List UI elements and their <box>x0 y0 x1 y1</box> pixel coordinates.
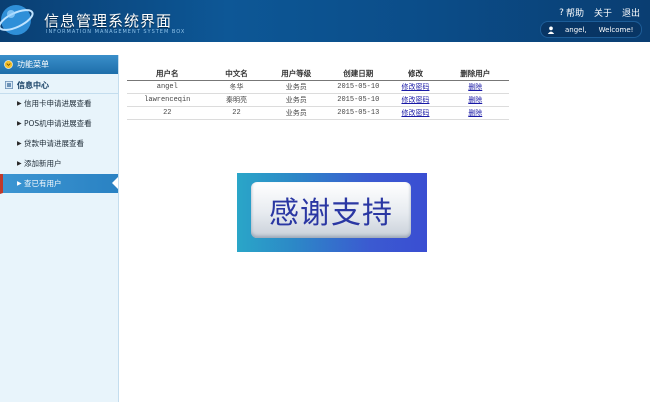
arrow-right-icon: ▶ <box>17 120 22 127</box>
delete-user-link[interactable]: 删除 <box>441 106 509 120</box>
top-links: ? 帮助 关于 退出 <box>559 6 640 20</box>
menu-circle-icon <box>4 60 13 69</box>
cell-username: 22 <box>127 106 208 120</box>
cell-level: 业务员 <box>265 106 328 120</box>
sidebar-item-label: 贷款申请进展查看 <box>24 139 84 148</box>
change-password-link[interactable]: 修改密码 <box>389 93 442 107</box>
logout-link[interactable]: 退出 <box>622 6 640 19</box>
cell-created: 2015-05-13 <box>327 106 390 120</box>
sidebar-item-pos[interactable]: ▶ POS机申请进展查看 <box>0 114 118 134</box>
cell-chinese-name: 22 <box>207 106 266 120</box>
cell-chinese-name: 秦明亮 <box>207 93 266 107</box>
sidebar-item-label: 添加新用户 <box>24 159 62 168</box>
section-label: 信息中心 <box>17 80 49 90</box>
app-subtitle: INFORMATION MANAGEMENT SYSTEM BOX <box>46 29 186 35</box>
globe-logo-icon <box>0 5 34 35</box>
sidebar-title: 功能菜单 <box>17 60 49 69</box>
user-icon <box>547 26 555 34</box>
arrow-right-icon: ▶ <box>17 100 22 107</box>
col-delete: 删除用户 <box>441 66 509 81</box>
section-info-center[interactable]: 信息中心 <box>0 77 118 94</box>
table-header-row: 用户名 中文名 用户等级 创建日期 修改 删除用户 <box>127 66 509 81</box>
change-password-link[interactable]: 修改密码 <box>389 80 442 94</box>
arrow-right-icon: ▶ <box>17 180 22 187</box>
sidebar-item-add-user[interactable]: ▶ 添加新用户 <box>0 154 118 174</box>
sidebar-item-view-users[interactable]: ▶ 查已有用户 <box>0 174 118 194</box>
help-icon: ? <box>559 7 564 18</box>
sidebar-item-credit-card[interactable]: ▶ 信用卡申请进展查看 <box>0 94 118 114</box>
username-text: angel, <box>565 25 587 34</box>
change-password-link[interactable]: 修改密码 <box>389 106 442 120</box>
cell-username: lawrenceqin <box>127 93 208 107</box>
sidebar-header: 功能菜单 <box>0 55 118 74</box>
cell-username: angel <box>127 80 208 94</box>
user-table: 用户名 中文名 用户等级 创建日期 修改 删除用户 angel 冬华 业务员 2… <box>127 66 509 120</box>
col-created: 创建日期 <box>327 66 390 81</box>
help-link[interactable]: ? 帮助 <box>559 6 584 20</box>
app-title: 信息管理系统界面 <box>44 12 173 30</box>
arrow-right-icon: ▶ <box>17 160 22 167</box>
arrow-right-icon: ▶ <box>17 140 22 147</box>
table-row: 22 22 业务员 2015-05-13 修改密码 删除 <box>127 106 509 120</box>
sidebar-item-label: 信用卡申请进展查看 <box>24 99 92 108</box>
top-header: 信息管理系统界面 INFORMATION MANAGEMENT SYSTEM B… <box>0 0 650 42</box>
cell-created: 2015-05-10 <box>327 80 390 94</box>
folder-icon <box>5 81 13 89</box>
delete-user-link[interactable]: 删除 <box>441 93 509 107</box>
thanks-banner: 感谢支持 <box>237 173 427 252</box>
sidebar: 功能菜单 信息中心 ▶ 信用卡申请进展查看 ▶ POS机申请进展查看 ▶ 贷款申… <box>0 55 119 402</box>
table-row: angel 冬华 业务员 2015-05-10 修改密码 删除 <box>127 80 509 94</box>
col-username: 用户名 <box>127 66 208 81</box>
col-modify: 修改 <box>389 66 442 81</box>
table-row: lawrenceqin 秦明亮 业务员 2015-05-10 修改密码 删除 <box>127 93 509 107</box>
user-table-container: 用户名 中文名 用户等级 创建日期 修改 删除用户 angel 冬华 业务员 2… <box>127 66 509 120</box>
cell-chinese-name: 冬华 <box>207 80 266 94</box>
thanks-banner-text: 感谢支持 <box>251 182 411 238</box>
about-link[interactable]: 关于 <box>594 6 612 19</box>
cell-level: 业务员 <box>265 93 328 107</box>
col-chinese-name: 中文名 <box>207 66 266 81</box>
cell-created: 2015-05-10 <box>327 93 390 107</box>
sidebar-item-label: 查已有用户 <box>24 179 62 188</box>
active-pointer-icon <box>112 177 118 189</box>
welcome-text: Welcome! <box>598 25 634 34</box>
delete-user-link[interactable]: 删除 <box>441 80 509 94</box>
cell-level: 业务员 <box>265 80 328 94</box>
col-level: 用户等级 <box>265 66 328 81</box>
user-info-box: angel, Welcome! <box>540 21 642 38</box>
sidebar-item-loan[interactable]: ▶ 贷款申请进展查看 <box>0 134 118 154</box>
sidebar-item-label: POS机申请进展查看 <box>24 119 92 128</box>
